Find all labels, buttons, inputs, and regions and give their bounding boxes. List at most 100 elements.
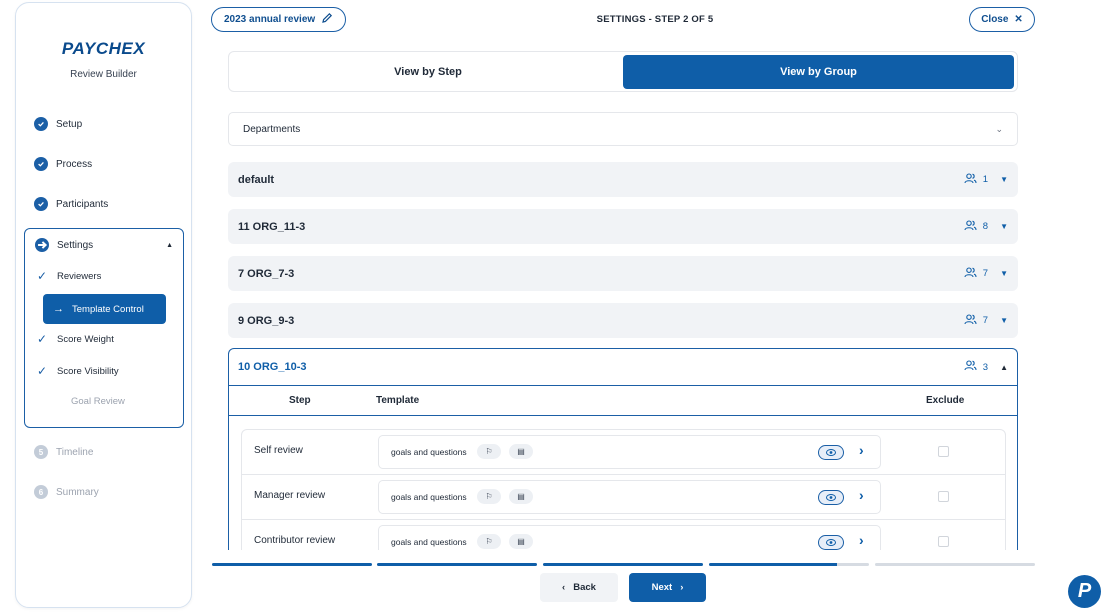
- template-select[interactable]: goals and questions ⚐ ▤ ›: [378, 480, 881, 514]
- member-count: 3: [982, 361, 989, 373]
- member-count: 7: [982, 268, 989, 279]
- close-button[interactable]: Close ✕: [969, 7, 1035, 32]
- step-label: Setup: [56, 118, 83, 130]
- step-name: Manager review: [254, 490, 326, 501]
- template-select[interactable]: goals and questions ⚐ ▤ ›: [378, 435, 881, 469]
- paychex-logo: PAYCHEX: [61, 39, 146, 58]
- chevron-right-icon[interactable]: ›: [859, 487, 864, 503]
- step-process[interactable]: Process: [34, 157, 92, 171]
- check-circle-icon: [34, 117, 48, 131]
- substep-goal-review: Goal Review: [71, 396, 125, 407]
- substep-template-control[interactable]: → Template Control: [43, 294, 166, 324]
- help-fab[interactable]: P: [1068, 575, 1101, 608]
- caret-up-icon[interactable]: ▲: [1000, 363, 1008, 372]
- substep-label: Reviewers: [57, 270, 102, 282]
- group-meta: 7 ▼: [964, 313, 1008, 328]
- step-participants[interactable]: Participants: [34, 197, 108, 211]
- column-header-template: Template: [376, 395, 420, 406]
- step-settings[interactable]: Settings ▲: [35, 238, 173, 252]
- caret-down-icon[interactable]: ▼: [1000, 175, 1008, 184]
- template-name: goals and questions: [391, 537, 467, 547]
- close-label: Close: [981, 14, 1009, 25]
- exclude-checkbox[interactable]: [938, 536, 949, 547]
- substep-label: Score Visibility: [57, 365, 119, 377]
- step-label: Settings: [57, 239, 94, 251]
- caret-up-icon[interactable]: ▲: [166, 242, 173, 249]
- member-count: 7: [982, 315, 989, 326]
- chevron-down-icon: ⌄: [995, 123, 1003, 134]
- step-label: Process: [56, 158, 93, 170]
- group-row[interactable]: 11 ORG_11-3 8 ▼: [228, 209, 1018, 244]
- group-meta: 1 ▼: [964, 172, 1008, 187]
- group-row[interactable]: 9 ORG_9-3 7 ▼: [228, 303, 1018, 338]
- group-row[interactable]: default 1 ▼: [228, 162, 1018, 197]
- arrow-right-icon: →: [53, 303, 64, 315]
- people-icon: [964, 266, 977, 281]
- step-label: Timeline: [56, 446, 94, 458]
- people-icon: [964, 219, 977, 234]
- flag-icon: ⚐: [477, 534, 501, 549]
- group-name: 10 ORG_10-3: [238, 361, 307, 373]
- substep-score-weight[interactable]: ✓ Score Weight: [37, 332, 114, 346]
- group-name: 11 ORG_11-3: [238, 220, 306, 233]
- template-select[interactable]: goals and questions ⚐ ▤ ›: [378, 525, 881, 550]
- view-by-step-tab[interactable]: View by Step: [232, 55, 624, 89]
- caret-down-icon[interactable]: ▼: [1000, 316, 1008, 325]
- caret-down-icon[interactable]: ▼: [1000, 269, 1008, 278]
- step-title: SETTINGS - STEP 2 OF 5: [596, 14, 714, 25]
- app-subtitle: Review Builder: [70, 69, 137, 80]
- caret-down-icon[interactable]: ▼: [1000, 222, 1008, 231]
- table-row: Manager review goals and questions ⚐ ▤ ›: [242, 475, 1005, 520]
- substep-label: Template Control: [72, 303, 144, 315]
- step-setup[interactable]: Setup: [34, 117, 82, 131]
- exclude-checkbox[interactable]: [938, 491, 949, 502]
- step-number-badge: 5: [34, 445, 48, 459]
- table-row: Self review goals and questions ⚐ ▤ ›: [242, 430, 1005, 475]
- substep-reviewers[interactable]: ✓ Reviewers: [37, 269, 101, 283]
- step-label: Summary: [56, 486, 99, 498]
- group-type-value: Departments: [243, 123, 301, 135]
- progress-segment: [543, 563, 703, 566]
- chevron-right-icon[interactable]: ›: [859, 532, 864, 548]
- next-button[interactable]: Next ›: [629, 573, 706, 602]
- eye-icon[interactable]: [818, 445, 844, 460]
- view-by-group-tab[interactable]: View by Group: [623, 55, 1014, 89]
- group-meta: 8 ▼: [964, 219, 1008, 234]
- template-name: goals and questions: [391, 492, 467, 502]
- group-name: default: [238, 173, 275, 186]
- group-name: 9 ORG_9-3: [238, 314, 295, 327]
- chevron-right-icon[interactable]: ›: [859, 442, 864, 458]
- back-label: Back: [573, 582, 596, 593]
- substep-score-visibility[interactable]: ✓ Score Visibility: [37, 364, 119, 378]
- questions-icon: ▤: [509, 534, 533, 549]
- exclude-checkbox[interactable]: [938, 446, 949, 457]
- next-label: Next: [651, 582, 673, 593]
- member-count: 8: [982, 221, 989, 232]
- expanded-group-header[interactable]: 10 ORG_10-3 3 ▲: [229, 349, 1017, 386]
- progress-segment: [709, 563, 869, 566]
- group-row[interactable]: 7 ORG_7-3 7 ▼: [228, 256, 1018, 291]
- group-type-select[interactable]: Departments ⌄: [228, 112, 1018, 146]
- step-number-badge: 6: [34, 485, 48, 499]
- member-count: 1: [982, 174, 989, 185]
- progress-segment: [212, 563, 372, 566]
- questions-icon: ▤: [509, 489, 533, 504]
- check-circle-icon: [34, 197, 48, 211]
- people-icon: [964, 172, 977, 187]
- step-timeline: 5 Timeline: [34, 445, 93, 459]
- template-name: goals and questions: [391, 447, 467, 457]
- flag-icon: ⚐: [477, 489, 501, 504]
- eye-icon[interactable]: [818, 490, 844, 505]
- table-row: Contributor review goals and questions ⚐…: [242, 520, 1005, 550]
- arrow-circle-icon: [35, 238, 49, 252]
- progress-segment: [875, 563, 1035, 566]
- back-button[interactable]: ‹ Back: [540, 573, 618, 602]
- review-name-button[interactable]: 2023 annual review: [211, 7, 347, 32]
- column-header-exclude: Exclude: [926, 395, 965, 406]
- pencil-icon: [321, 12, 333, 27]
- review-name-label: 2023 annual review: [224, 14, 316, 25]
- progress-segment: [377, 563, 537, 566]
- eye-icon[interactable]: [818, 535, 844, 550]
- sidebar: PAYCHEX Review Builder Setup Process Par…: [15, 2, 192, 608]
- check-circle-icon: [34, 157, 48, 171]
